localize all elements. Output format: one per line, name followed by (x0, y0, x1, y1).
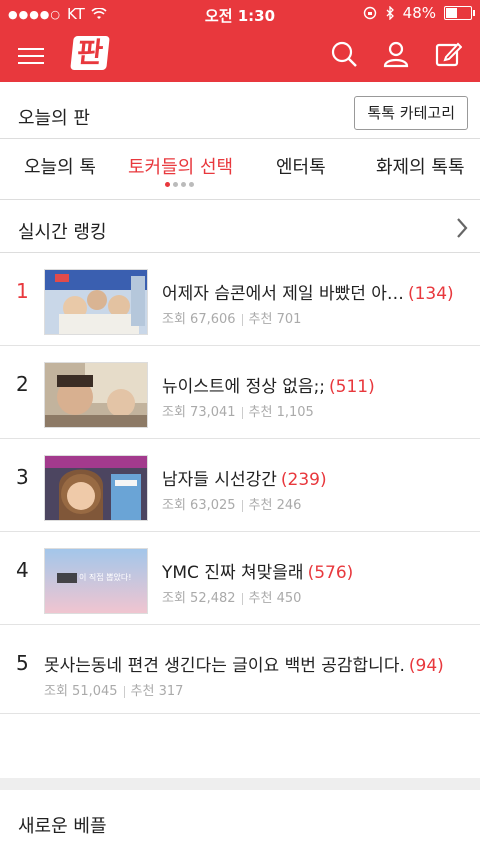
rank-number: 4 (16, 558, 29, 582)
item-title: 어제자 슴콘에서 제일 바빴던 아… (134) (162, 284, 454, 304)
bluetooth-icon (386, 6, 394, 20)
top-bar: ●●●●○ KT 오전 1:30 48% 판 (0, 0, 480, 82)
status-bar: ●●●●○ KT 오전 1:30 48% (0, 0, 480, 28)
category-button[interactable]: 톡톡 카테고리 (354, 96, 468, 130)
battery-icon (444, 6, 475, 20)
tab-bar: 오늘의 톡 토커들의 선택 엔터톡 화제의 톡톡 (0, 139, 480, 200)
thumbnail (44, 362, 148, 428)
rank-number: 1 (16, 279, 29, 303)
ranking-header[interactable]: 실시간 랭킹 (0, 208, 480, 253)
comment-count: (511) (329, 377, 375, 397)
item-meta: 조회 73,041 추천 1,105 (162, 405, 314, 420)
ranking-item[interactable]: 1 어제자 슴콘에서 제일 바빴던 아… (134) 조회 67,606 추천 70… (0, 253, 480, 346)
thumbnail: 이 직접 뽑았다! (44, 548, 148, 614)
rank-number: 5 (16, 651, 29, 675)
search-icon[interactable] (330, 40, 358, 68)
logo[interactable]: 판 (70, 36, 110, 70)
tab-talkers-choice[interactable]: 토커들의 선택 (128, 153, 233, 179)
item-title: 못사는동네 편견 생긴다는 글이요 백번 공감합니다. (94) (44, 656, 444, 676)
ranking-item[interactable]: 4 이 직접 뽑았다! YMC 진짜 쳐맞을래 (576) 조회 52,482 추천… (0, 532, 480, 625)
rank-number: 2 (16, 372, 29, 396)
thumbnail (44, 455, 148, 521)
page-title: 오늘의 판 (18, 108, 90, 129)
section-divider (0, 778, 480, 790)
section-title[interactable]: 새로운 베플 (18, 812, 107, 838)
thumbnail (44, 269, 148, 335)
chevron-right-icon (457, 218, 468, 238)
battery-percent: 48% (402, 4, 436, 22)
rotation-lock-icon (363, 6, 376, 20)
item-meta: 조회 51,045 추천 317 (44, 684, 184, 699)
rank-number: 3 (16, 465, 29, 489)
item-title: YMC 진짜 쳐맞을래 (576) (162, 563, 354, 583)
comment-count: (576) (307, 563, 354, 583)
item-meta: 조회 63,025 추천 246 (162, 498, 302, 513)
page-indicator (165, 182, 194, 187)
menu-button[interactable] (18, 44, 44, 66)
comment-count: (134) (407, 284, 454, 304)
ranking-title: 실시간 랭킹 (18, 222, 107, 243)
item-title: 뉴이스트에 정상 없음;; (511) (162, 377, 375, 397)
item-meta: 조회 67,606 추천 701 (162, 312, 302, 327)
tab-enter-talk[interactable]: 엔터톡 (276, 153, 326, 179)
user-icon[interactable] (382, 40, 410, 68)
ranking-item[interactable]: 2 뉴이스트에 정상 없음;; (511) 조회 73,041 추천 1,105 (0, 346, 480, 439)
comment-count: (94) (408, 656, 444, 676)
nav-icons (330, 40, 462, 68)
tab-today-talk[interactable]: 오늘의 톡 (24, 153, 96, 179)
item-meta: 조회 52,482 추천 450 (162, 591, 302, 606)
edit-icon[interactable] (434, 40, 462, 68)
nav-bar: 판 (0, 28, 480, 82)
status-right: 48% (363, 4, 475, 22)
ranking-item[interactable]: 5 못사는동네 편견 생긴다는 글이요 백번 공감합니다. (94) 조회 51,… (0, 625, 480, 714)
item-title: 남자들 시선강간 (239) (162, 470, 327, 490)
comment-count: (239) (280, 470, 327, 490)
ranking-item[interactable]: 3 남자들 시선강간 (239) 조회 63,025 추천 246 (0, 439, 480, 532)
today-header: 오늘의 판 톡톡 카테고리 (0, 90, 480, 139)
app: ●●●●○ KT 오전 1:30 48% 판 오늘의 판 톡톡 카테고리 오늘의… (0, 0, 480, 854)
tab-hot-talk[interactable]: 화제의 톡톡 (376, 153, 465, 179)
